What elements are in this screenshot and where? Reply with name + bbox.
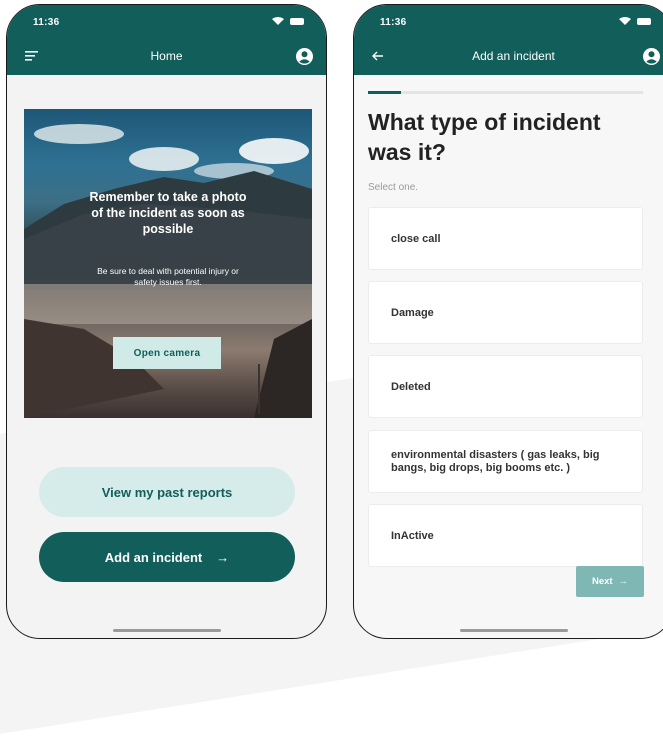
home-indicator bbox=[459, 629, 568, 632]
profile-icon[interactable] bbox=[641, 47, 661, 65]
hero-title: Remember to take a photo of the incident… bbox=[89, 190, 247, 236]
camera-hero-card: Remember to take a photo of the incident… bbox=[24, 109, 312, 418]
hero-subtitle: Be sure to deal with potential injury or… bbox=[97, 266, 239, 287]
app-bar: 11:36 Home bbox=[7, 5, 326, 75]
arrow-right-icon: → bbox=[618, 576, 629, 587]
battery-icon bbox=[290, 17, 304, 25]
view-past-reports-label: View my past reports bbox=[101, 484, 233, 500]
battery-icon bbox=[637, 17, 651, 25]
progress-fill bbox=[368, 91, 401, 94]
status-icons bbox=[619, 17, 651, 25]
page-title: Add an incident bbox=[472, 49, 555, 63]
add-incident-label: Add an incident bbox=[104, 549, 203, 565]
option-inactive[interactable]: InActive bbox=[368, 504, 643, 567]
page-title: Home bbox=[150, 49, 183, 63]
wifi-icon bbox=[272, 17, 284, 25]
option-environmental-disasters[interactable]: environmental disasters ( gas leaks, big… bbox=[368, 430, 643, 493]
phone-home-screen: 11:36 Home Remember to take a photo of t… bbox=[6, 4, 327, 639]
profile-icon[interactable] bbox=[294, 47, 314, 65]
option-close-call[interactable]: close call bbox=[368, 207, 643, 270]
app-bar: 11:36 Add an incident bbox=[354, 5, 663, 75]
option-damage[interactable]: Damage bbox=[368, 281, 643, 344]
progress-bar bbox=[368, 91, 643, 94]
wifi-icon bbox=[619, 17, 631, 25]
arrow-right-icon: → bbox=[216, 549, 230, 565]
status-time: 11:36 bbox=[380, 17, 407, 28]
question-title: What type of incident was it? bbox=[368, 109, 601, 165]
add-incident-button[interactable]: Add an incident → bbox=[39, 532, 295, 582]
home-indicator bbox=[112, 629, 221, 632]
status-icons bbox=[272, 17, 304, 25]
status-time: 11:36 bbox=[33, 17, 60, 28]
next-label: Next bbox=[591, 576, 613, 587]
option-deleted[interactable]: Deleted bbox=[368, 355, 643, 418]
mountain-landscape-image bbox=[24, 124, 312, 418]
phone-add-incident-screen: 11:36 Add an incident What type of incid… bbox=[353, 4, 663, 639]
open-camera-button[interactable]: Open camera bbox=[113, 337, 221, 369]
next-button[interactable]: Next → bbox=[576, 566, 644, 597]
question-helper: Select one. bbox=[368, 182, 419, 193]
view-past-reports-button[interactable]: View my past reports bbox=[39, 467, 295, 517]
